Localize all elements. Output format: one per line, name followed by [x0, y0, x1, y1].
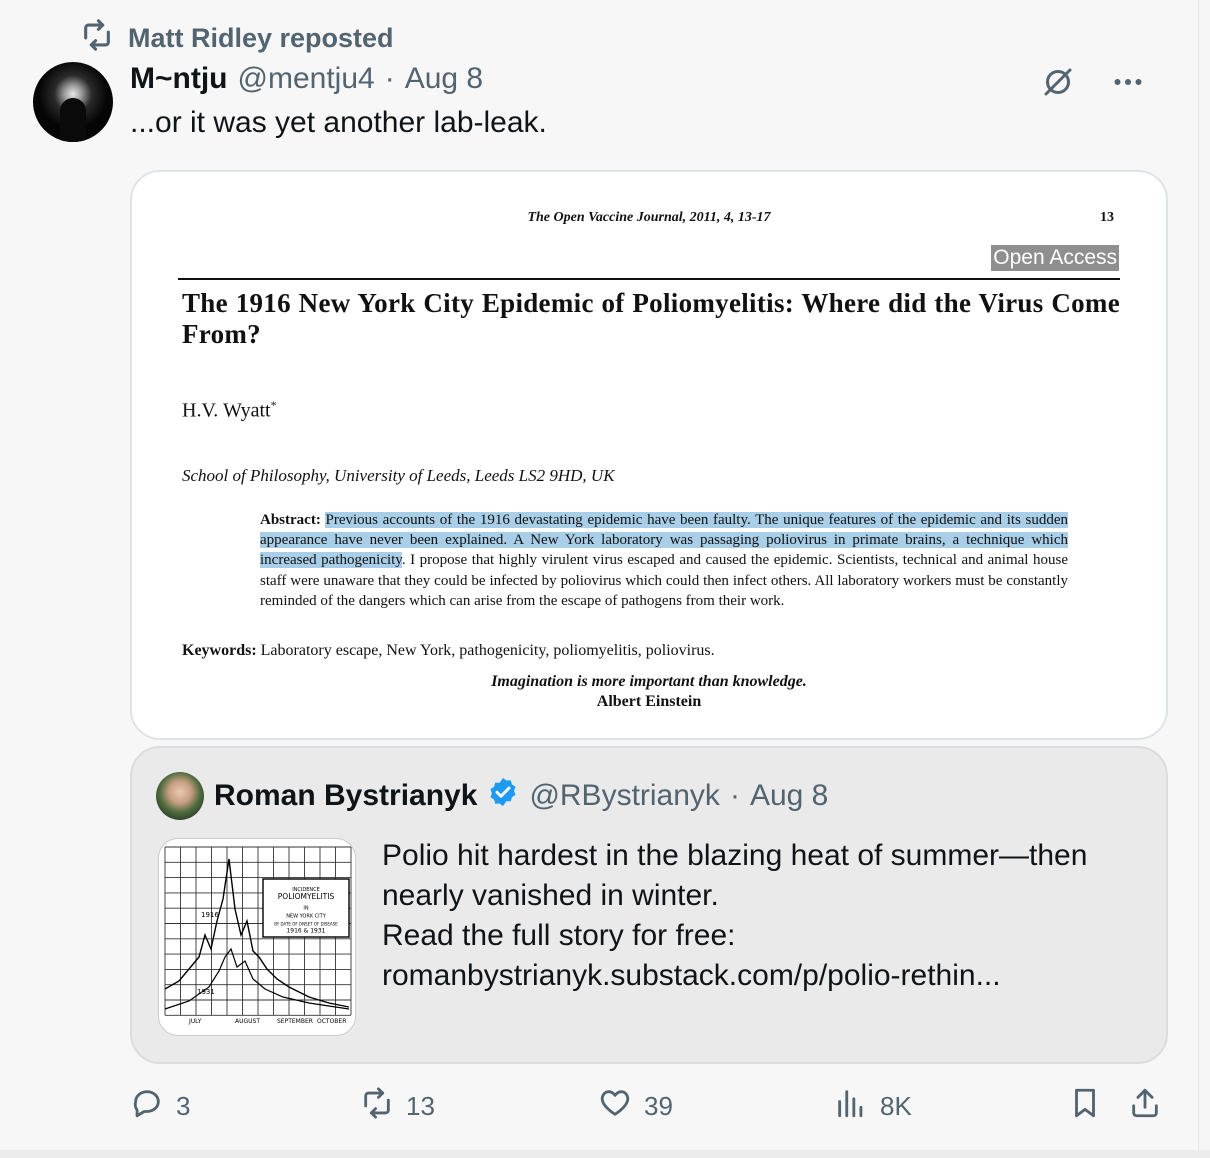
- quoted-line: nearly vanished in winter.: [382, 879, 719, 912]
- paper-screenshot: The Open Vaccine Journal, 2011, 4, 13-17…: [132, 172, 1166, 738]
- quoted-author-avatar[interactable]: [156, 772, 204, 820]
- thumbnail-month-label: OCTOBER: [317, 1018, 346, 1025]
- repost-count: 13: [406, 1091, 435, 1121]
- post-text: ...or it was yet another lab-leak.: [130, 106, 547, 139]
- header-rule: [178, 278, 1120, 280]
- quoted-link[interactable]: romanbystrianyk.substack.com/p/polio-ret…: [382, 956, 1087, 996]
- repost-button[interactable]: 13: [360, 1086, 435, 1127]
- paper-keywords: Keywords: Laboratory escape, New York, p…: [182, 642, 715, 659]
- quoted-line: Read the full story for free:: [382, 919, 736, 952]
- post-date[interactable]: Aug 8: [405, 62, 483, 96]
- share-button[interactable]: [1128, 1086, 1162, 1127]
- heart-icon: [598, 1086, 632, 1127]
- quoted-author-handle[interactable]: @RBystrianyk: [529, 779, 720, 813]
- thumbnail-month-label: JULY: [188, 1018, 202, 1025]
- paper-author: H.V. Wyatt*: [182, 398, 277, 422]
- thumbnail-box-text: 1916 & 1931: [286, 928, 325, 935]
- reply-icon: [130, 1086, 164, 1127]
- separator: ·: [729, 779, 740, 812]
- quoted-post[interactable]: Roman Bystrianyk @RBystrianyk · Aug 8 IN…: [130, 746, 1168, 1064]
- post-actions: 3 13 39 8K: [130, 1086, 1164, 1130]
- author-avatar[interactable]: [33, 62, 113, 142]
- author-name[interactable]: M~ntju: [130, 62, 228, 96]
- verified-badge-icon: [487, 776, 519, 816]
- repost-icon: [360, 1086, 394, 1127]
- author-handle[interactable]: @mentju4: [238, 62, 375, 96]
- bookmark-button[interactable]: [1068, 1086, 1102, 1127]
- analytics-icon: [834, 1086, 868, 1127]
- thumbnail-year-label: 1916: [201, 911, 219, 919]
- thumbnail-box-text: POLIOMYELITIS: [278, 892, 335, 901]
- repost-icon: [80, 18, 114, 59]
- bookmark-icon: [1068, 1086, 1102, 1127]
- paper-abstract: Abstract: Previous accounts of the 1916 …: [260, 512, 1069, 609]
- epigraph: Imagination is more important than knowl…: [132, 672, 1166, 712]
- like-count: 39: [644, 1091, 673, 1121]
- share-icon: [1128, 1086, 1162, 1127]
- post-header: M~ntju @mentju4 · Aug 8: [130, 62, 483, 96]
- reply-count: 3: [176, 1091, 191, 1121]
- repost-indicator[interactable]: Matt Ridley reposted: [80, 18, 394, 59]
- quoted-post-text: Polio hit hardest in the blazing heat of…: [382, 836, 1087, 996]
- view-count: 8K: [880, 1091, 912, 1121]
- reply-button[interactable]: 3: [130, 1086, 190, 1127]
- journal-citation: The Open Vaccine Journal, 2011, 4, 13-17: [527, 210, 771, 225]
- quoted-post-header: Roman Bystrianyk @RBystrianyk · Aug 8: [214, 776, 828, 816]
- divider: [0, 1150, 1210, 1158]
- attached-image[interactable]: The Open Vaccine Journal, 2011, 4, 13-17…: [130, 170, 1168, 740]
- paper-affiliation: School of Philosophy, University of Leed…: [182, 466, 615, 485]
- quoted-author-name[interactable]: Roman Bystrianyk: [214, 779, 477, 813]
- views-button[interactable]: 8K: [834, 1086, 912, 1127]
- repost-label[interactable]: Matt Ridley reposted: [128, 23, 394, 54]
- more-options-icon[interactable]: [1110, 64, 1146, 105]
- thumbnail-box-text: NEW YORK CITY: [286, 914, 327, 920]
- thumbnail-month-label: SEPTEMBER: [277, 1018, 313, 1025]
- quoted-line: Polio hit hardest in the blazing heat of…: [382, 839, 1088, 872]
- open-access-badge: Open Access: [991, 245, 1119, 271]
- epigraph-author: Albert Einstein: [596, 693, 702, 710]
- quoted-post-date[interactable]: Aug 8: [750, 779, 828, 813]
- quoted-post-thumbnail[interactable]: INCIDENCE POLIOMYELITIS IN NEW YORK CITY BY …: [158, 838, 356, 1036]
- page-number: 13: [1100, 210, 1114, 225]
- paper-title: The 1916 New York City Epidemic of Polio…: [182, 288, 1120, 349]
- post-top-actions: [1040, 64, 1146, 105]
- grok-icon[interactable]: [1040, 64, 1076, 105]
- thumbnail-box-text: IN: [303, 906, 308, 912]
- thumbnail-box-text: BY DATE OF ONSET OF DISEASE: [274, 922, 338, 927]
- post-container: Matt Ridley reposted M~ntju @mentju4 · A…: [0, 0, 1199, 1158]
- separator: ·: [384, 62, 395, 95]
- epigraph-text: Imagination is more important than knowl…: [491, 673, 807, 690]
- like-button[interactable]: 39: [598, 1086, 673, 1127]
- thumbnail-month-label: AUGUST: [235, 1018, 260, 1025]
- thumbnail-year-label: 1931: [197, 988, 215, 996]
